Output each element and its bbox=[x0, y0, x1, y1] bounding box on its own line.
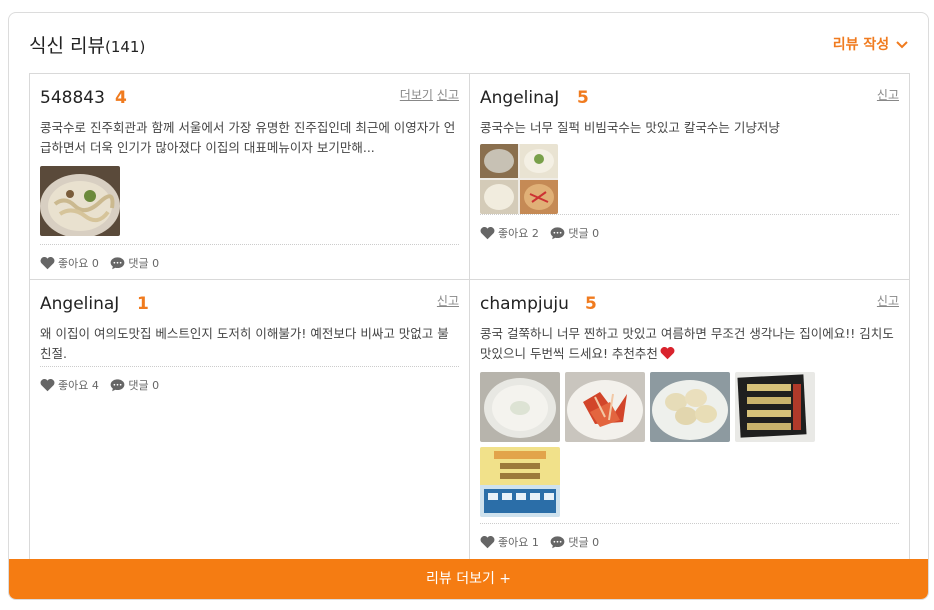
like-button[interactable]: 좋아요 2 bbox=[480, 225, 539, 241]
reviewer-name[interactable]: champjuju bbox=[480, 294, 569, 314]
reviewer-name[interactable]: AngelinaJ bbox=[480, 88, 559, 108]
review-card: AngelinaJ 5 신고 콩국수는 너무 질퍽 비빔국수는 맛있고 칼국수는… bbox=[470, 74, 910, 280]
like-label: 좋아요 bbox=[58, 257, 89, 270]
review-text: 콩국수로 진주회관과 함께 서울에서 가장 유명한 진주집인데 최근에 이영자가… bbox=[40, 120, 456, 155]
review-photos bbox=[480, 144, 899, 214]
comment-count: 0 bbox=[592, 535, 600, 549]
review-actions: 좋아요 4 댓글 0 bbox=[40, 377, 459, 395]
review-score: 1 bbox=[137, 294, 149, 314]
review-photo[interactable] bbox=[480, 372, 560, 442]
comment-count: 0 bbox=[592, 226, 600, 240]
comment-button[interactable]: 댓글 0 bbox=[110, 377, 159, 393]
like-count: 2 bbox=[531, 226, 539, 240]
review-photos bbox=[480, 372, 899, 517]
comment-icon bbox=[551, 536, 565, 549]
like-button[interactable]: 좋아요 0 bbox=[40, 255, 99, 271]
title-text: 식신 리뷰 bbox=[29, 35, 105, 57]
review-score: 5 bbox=[585, 294, 597, 314]
like-count: 0 bbox=[91, 256, 99, 270]
review-text-body: 콩국 걸쭉하니 너무 찐하고 맛있고 여름하면 무조건 생각나는 집이에요!! … bbox=[480, 326, 894, 361]
comment-label: 댓글 bbox=[568, 536, 589, 549]
review-links: 신고 bbox=[873, 86, 899, 103]
card-divider bbox=[480, 214, 899, 215]
report-link[interactable]: 신고 bbox=[877, 88, 899, 102]
review-photo[interactable] bbox=[650, 372, 730, 442]
heart-icon bbox=[480, 535, 495, 549]
review-text: 왜 이집이 여의도맛집 베스트인지 도저히 이해불가! 예전보다 비싸고 맛없고… bbox=[40, 324, 459, 367]
review-panel: 식신 리뷰(141) 리뷰 작성 548843 4 더보기 신고 콩국수로 진주회… bbox=[8, 12, 929, 600]
comment-icon bbox=[111, 257, 125, 270]
heart-icon bbox=[40, 378, 55, 392]
review-card: champjuju 5 신고 콩국 걸쭉하니 너무 찐하고 맛있고 여름하면 무… bbox=[470, 280, 910, 562]
review-actions: 좋아요 2 댓글 0 bbox=[480, 225, 899, 243]
report-link[interactable]: 신고 bbox=[437, 294, 459, 308]
review-card-head: AngelinaJ 1 신고 bbox=[40, 280, 459, 318]
review-links: 신고 bbox=[433, 292, 459, 309]
review-photos bbox=[40, 166, 459, 236]
report-link[interactable]: 신고 bbox=[877, 294, 899, 308]
review-count: (141) bbox=[104, 38, 146, 56]
page-title: 식신 리뷰(141) bbox=[29, 31, 145, 58]
report-link[interactable]: 신고 bbox=[437, 88, 459, 102]
review-actions: 좋아요 0 댓글 0 bbox=[40, 255, 459, 273]
more-reviews-button[interactable]: 리뷰 더보기 + bbox=[9, 559, 928, 599]
like-count: 4 bbox=[91, 378, 99, 392]
heart-icon bbox=[480, 226, 495, 240]
review-photo[interactable] bbox=[565, 372, 645, 442]
review-card-head: 548843 4 더보기 신고 bbox=[40, 74, 459, 112]
review-score: 5 bbox=[577, 88, 589, 108]
review-header: 식신 리뷰(141) 리뷰 작성 bbox=[9, 13, 928, 73]
review-photo[interactable] bbox=[480, 447, 560, 517]
review-card-head: champjuju 5 신고 bbox=[480, 280, 899, 318]
comment-label: 댓글 bbox=[568, 227, 589, 240]
comment-icon bbox=[111, 379, 125, 392]
review-card: AngelinaJ 1 신고 왜 이집이 여의도맛집 베스트인지 도저히 이해불… bbox=[30, 280, 470, 562]
comment-count: 0 bbox=[152, 256, 160, 270]
comment-button[interactable]: 댓글 0 bbox=[550, 534, 599, 550]
review-actions: 좋아요 1 댓글 0 bbox=[480, 534, 899, 552]
review-card-head: AngelinaJ 5 신고 bbox=[480, 74, 899, 112]
review-grid: 548843 4 더보기 신고 콩국수로 진주회관과 함께 서울에서 가장 유명한… bbox=[29, 73, 910, 562]
comment-button[interactable]: 댓글 0 bbox=[110, 255, 159, 271]
review-photo[interactable] bbox=[735, 372, 815, 442]
review-links: 신고 bbox=[873, 292, 899, 309]
heart-icon bbox=[660, 346, 675, 360]
comment-count: 0 bbox=[152, 378, 160, 392]
comment-label: 댓글 bbox=[128, 379, 149, 392]
chevron-down-icon bbox=[896, 41, 908, 49]
write-review-button[interactable]: 리뷰 작성 bbox=[833, 34, 908, 54]
review-links: 더보기 신고 bbox=[396, 86, 459, 103]
review-card: 548843 4 더보기 신고 콩국수로 진주회관과 함께 서울에서 가장 유명한… bbox=[30, 74, 470, 280]
review-score: 4 bbox=[115, 88, 127, 108]
comment-icon bbox=[551, 227, 565, 240]
review-text: 콩국 걸쭉하니 너무 찐하고 맛있고 여름하면 무조건 생각나는 집이에요!! … bbox=[480, 324, 899, 366]
card-divider bbox=[480, 523, 899, 524]
heart-icon bbox=[40, 256, 55, 270]
comment-label: 댓글 bbox=[128, 257, 149, 270]
more-link[interactable]: 더보기 bbox=[400, 88, 433, 102]
like-label: 좋아요 bbox=[498, 536, 529, 549]
reviewer-name[interactable]: 548843 bbox=[40, 88, 105, 108]
like-label: 좋아요 bbox=[58, 379, 89, 392]
like-count: 1 bbox=[531, 535, 539, 549]
like-button[interactable]: 좋아요 1 bbox=[480, 534, 539, 550]
card-divider bbox=[40, 244, 459, 245]
review-photo[interactable] bbox=[480, 144, 558, 214]
reviewer-name[interactable]: AngelinaJ bbox=[40, 294, 119, 314]
write-review-label: 리뷰 작성 bbox=[832, 37, 890, 53]
review-photo[interactable] bbox=[40, 166, 120, 236]
like-label: 좋아요 bbox=[498, 227, 529, 240]
comment-button[interactable]: 댓글 0 bbox=[550, 225, 599, 241]
like-button[interactable]: 좋아요 4 bbox=[40, 377, 99, 393]
review-text: 콩국수는 너무 질퍽 비빔국수는 맛있고 칼국수는 기냥저냥 bbox=[480, 120, 780, 135]
